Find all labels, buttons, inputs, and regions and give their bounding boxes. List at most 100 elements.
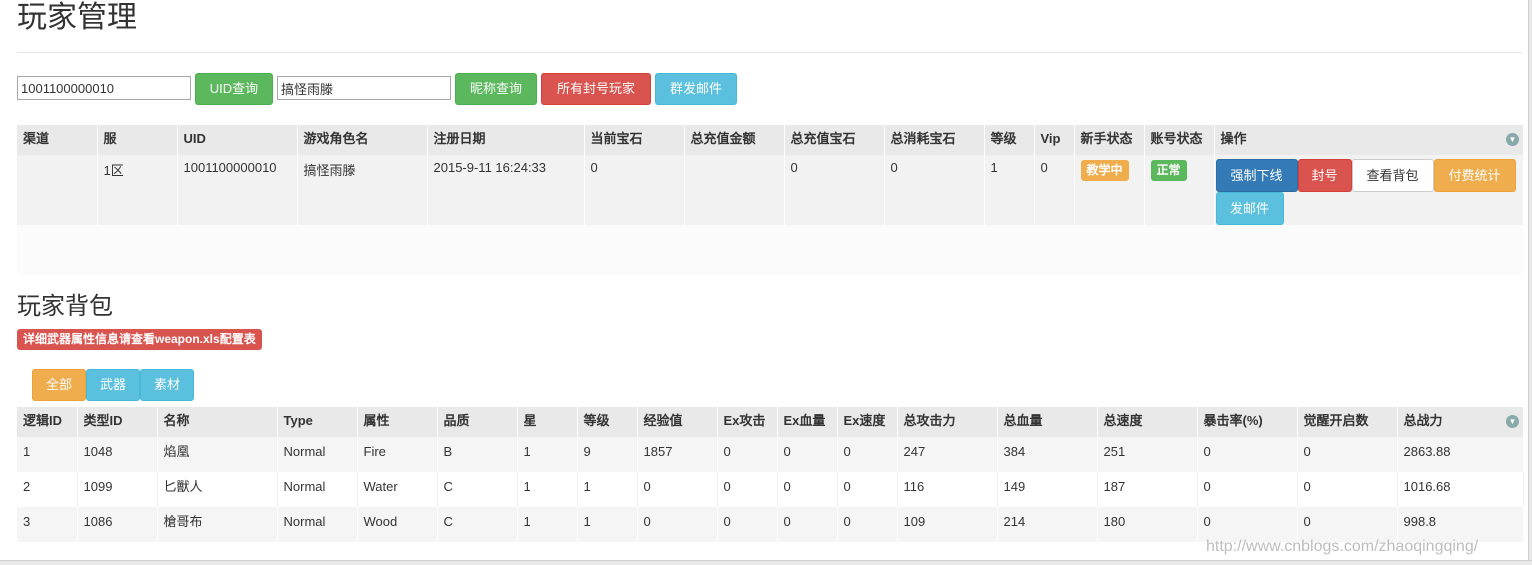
col-channel[interactable]: 渠道 xyxy=(17,125,98,155)
sort-down-icon[interactable]: ▼ xyxy=(1506,133,1519,146)
table-cell: 0 xyxy=(1297,507,1398,542)
col-register-date[interactable]: 注册日期 xyxy=(427,125,585,155)
filter-all-button[interactable]: 全部 xyxy=(32,369,86,401)
mass-mail-button[interactable]: 群发邮件 xyxy=(655,73,737,105)
cell-vip: 0 xyxy=(1034,155,1075,225)
col-name[interactable]: 名称 xyxy=(157,407,278,437)
cell-register-date: 2015-9-11 16:24:33 xyxy=(427,155,585,225)
table-cell: 0 xyxy=(1197,437,1298,472)
table-cell: 1 xyxy=(17,437,78,472)
action-buttons: 强制下线 封号 查看背包 付费统计 发邮件 xyxy=(1215,155,1524,225)
col-total-consumed-gems[interactable]: 总消耗宝石 xyxy=(884,125,985,155)
col-star[interactable]: 星 xyxy=(517,407,578,437)
table-cell: 0 xyxy=(777,507,838,542)
cell-actions: 强制下线 封号 查看背包 付费统计 发邮件 xyxy=(1214,155,1523,225)
col-logic-id[interactable]: 逻辑ID xyxy=(17,407,78,437)
view-bag-button[interactable]: 查看背包 xyxy=(1351,159,1434,192)
table-row[interactable]: 2 1099 匕獸人 Normal Water C 1 1 0 0 0 0 116 149 187 0 0 101… xyxy=(17,472,1524,507)
filter-material-button[interactable]: 素材 xyxy=(140,369,194,401)
send-mail-button[interactable]: 发邮件 xyxy=(1215,192,1284,225)
table-cell: 2863.88 xyxy=(1397,437,1523,472)
table-cell: 1086 xyxy=(77,507,158,542)
table-cell: 0 xyxy=(637,507,718,542)
cell-role-name: 搞怪雨滕 xyxy=(297,155,428,225)
table-cell: 0 xyxy=(717,507,778,542)
cell-channel xyxy=(17,155,98,225)
payment-stats-button[interactable]: 付费统计 xyxy=(1433,159,1516,192)
table-cell: 109 xyxy=(897,507,998,542)
table-cell: 0 xyxy=(717,437,778,472)
table-cell: 180 xyxy=(1097,507,1198,542)
col-total-recharge-gems[interactable]: 总充值宝石 xyxy=(784,125,885,155)
nickname-input[interactable] xyxy=(277,76,451,100)
table-cell: 214 xyxy=(997,507,1098,542)
uid-search-button[interactable]: UID查询 xyxy=(195,73,273,105)
cell-uid: 1001100000010 xyxy=(177,155,298,225)
sort-down-icon[interactable]: ▼ xyxy=(1506,415,1519,428)
table-cell: 匕獸人 xyxy=(157,472,278,507)
col-total-hp[interactable]: 总血量 xyxy=(997,407,1098,437)
cell-total-recharge-amount xyxy=(684,155,785,225)
col-total-power[interactable]: 总战力 ▼ xyxy=(1397,407,1523,437)
col-total-speed[interactable]: 总速度 xyxy=(1097,407,1198,437)
filter-weapon-button[interactable]: 武器 xyxy=(86,369,140,401)
newbie-status-badge: 教学中 xyxy=(1080,160,1129,181)
table-cell: 187 xyxy=(1097,472,1198,507)
col-uid[interactable]: UID xyxy=(177,125,298,155)
col-role-name[interactable]: 游戏角色名 xyxy=(297,125,428,155)
col-level[interactable]: 等级 xyxy=(577,407,638,437)
table-cell: 247 xyxy=(897,437,998,472)
player-table-header: 渠道 服 UID 游戏角色名 注册日期 当前宝石 总充值金额 总充值宝石 总消耗… xyxy=(17,125,1523,155)
col-newbie-status[interactable]: 新手状态 xyxy=(1074,125,1145,155)
table-cell: 998.8 xyxy=(1397,507,1523,542)
table-row[interactable]: 1 1048 焰凰 Normal Fire B 1 9 1857 0 0 0 247 384 251 0 0 28… xyxy=(17,437,1523,472)
search-bar: UID查询 昵称查询 所有封号玩家 群发邮件 xyxy=(17,73,757,105)
col-total-power-label: 总战力 xyxy=(1403,413,1443,428)
table-cell: C xyxy=(437,472,518,507)
col-exp[interactable]: 经验值 xyxy=(637,407,718,437)
col-type-id[interactable]: 类型ID xyxy=(77,407,158,437)
col-account-status[interactable]: 账号状态 xyxy=(1144,125,1215,155)
force-offline-button[interactable]: 强制下线 xyxy=(1215,159,1298,192)
nickname-search-button[interactable]: 昵称查询 xyxy=(455,73,537,105)
col-server[interactable]: 服 xyxy=(97,125,178,155)
table-cell: Normal xyxy=(277,437,358,472)
bag-section-title: 玩家背包 xyxy=(17,293,113,320)
col-awaken-count[interactable]: 觉醒开启数 xyxy=(1297,407,1398,437)
table-footer-area xyxy=(17,225,1523,275)
col-attribute[interactable]: 属性 xyxy=(357,407,438,437)
table-cell: 0 xyxy=(1197,507,1298,542)
table-cell: Normal xyxy=(277,472,358,507)
col-level[interactable]: 等级 xyxy=(984,125,1035,155)
col-ex-speed[interactable]: Ex速度 xyxy=(837,407,898,437)
player-table: 渠道 服 UID 游戏角色名 注册日期 当前宝石 总充值金额 总充值宝石 总消耗… xyxy=(17,125,1523,225)
ban-button[interactable]: 封号 xyxy=(1297,159,1352,192)
col-total-attack[interactable]: 总攻击力 xyxy=(897,407,998,437)
cell-current-gems: 0 xyxy=(584,155,685,225)
col-ex-attack[interactable]: Ex攻击 xyxy=(717,407,778,437)
table-cell: 1 xyxy=(577,507,638,542)
table-cell: 0 xyxy=(837,437,898,472)
table-cell: 1 xyxy=(517,507,578,542)
table-cell: 1 xyxy=(517,472,578,507)
cell-total-consumed-gems: 0 xyxy=(884,155,985,225)
table-cell: 槍哥布 xyxy=(157,507,278,542)
bag-table-header: 逻辑ID 类型ID 名称 Type 属性 品质星等级 经验值 Ex攻击 Ex血量 Ex速度 总攻击力… xyxy=(17,407,1523,437)
uid-input[interactable] xyxy=(17,76,191,100)
col-ex-hp[interactable]: Ex血量 xyxy=(777,407,838,437)
window-frame-right xyxy=(1528,0,1532,565)
watermark-url: http://www.cnblogs.com/zhaoqingqing/ xyxy=(1206,538,1479,555)
col-current-gems[interactable]: 当前宝石 xyxy=(584,125,685,155)
table-row[interactable]: 3 1086 槍哥布 Normal Wood C 1 1 0 0 0 0 109 214 180 0 0 998.… xyxy=(17,507,1523,542)
col-type[interactable]: Type xyxy=(277,407,358,437)
col-vip[interactable]: Vip xyxy=(1034,125,1075,155)
col-quality[interactable]: 品质 xyxy=(437,407,518,437)
col-crit-rate[interactable]: 暴击率(%) xyxy=(1197,407,1298,437)
table-cell: 2 xyxy=(17,472,78,507)
table-cell: Fire xyxy=(357,437,438,472)
banned-players-button[interactable]: 所有封号玩家 xyxy=(541,73,651,105)
col-actions[interactable]: 操作 ▼ xyxy=(1214,125,1523,155)
col-total-recharge-amount[interactable]: 总充值金额 xyxy=(684,125,785,155)
page-title: 玩家管理 xyxy=(17,1,137,34)
table-cell: 0 xyxy=(717,472,778,507)
